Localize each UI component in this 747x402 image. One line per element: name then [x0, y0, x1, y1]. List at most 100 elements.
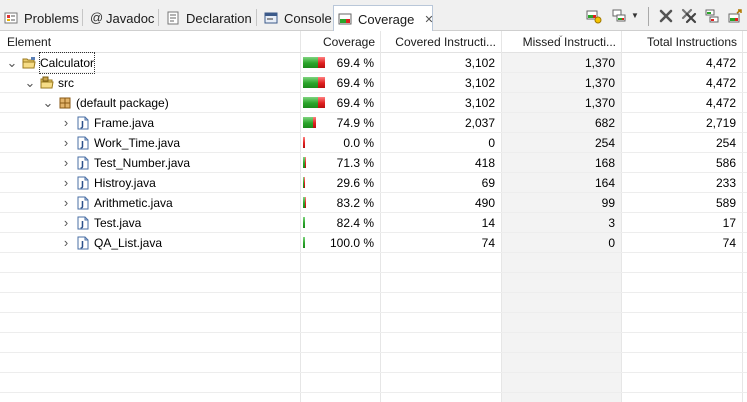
coverage-relaunch-icon[interactable]: [586, 8, 602, 24]
coverage-bar: [303, 137, 305, 148]
missed-bar-segment: [318, 97, 325, 108]
coverage-bar: [303, 57, 325, 68]
element-cell: ⌄ src: [24, 73, 74, 93]
column-header-covered-instructions[interactable]: Covered Instructi...: [380, 31, 501, 53]
total-instructions-value: 2,719: [705, 116, 736, 130]
chevron-right-icon[interactable]: ›: [60, 213, 72, 233]
coverage-percent: 29.6 %: [336, 176, 374, 190]
java-file-icon: J: [76, 136, 90, 150]
chevron-down-icon[interactable]: ⌄: [6, 53, 18, 73]
coverage-percent: 0.0 %: [343, 136, 374, 150]
svg-text:J: J: [80, 160, 84, 169]
java-file-icon: J: [76, 176, 90, 190]
covered-instructions-value: 74: [481, 236, 495, 250]
element-name: Frame.java: [94, 116, 155, 130]
element-cell: ⌄ Calculator: [6, 52, 96, 74]
chevron-right-icon[interactable]: ›: [60, 233, 72, 253]
export-session-icon[interactable]: [727, 8, 743, 24]
chevron-right-icon[interactable]: ›: [60, 193, 72, 213]
source-folder-icon: [40, 76, 54, 90]
missed-instructions-value: 99: [601, 196, 615, 210]
total-instructions-value: 4,472: [705, 56, 736, 70]
table-row[interactable]: › J Frame.java 74.9 % 2,037 682 2,719: [0, 113, 747, 133]
missed-instructions-value: 1,370: [584, 96, 615, 110]
missed-bar-segment: [303, 137, 305, 148]
element-name: (default package): [76, 96, 169, 110]
missed-instructions-value: 682: [594, 116, 615, 130]
table-row[interactable]: ⌄ src 69.4 % 3,102 1,370 4,472: [0, 73, 747, 93]
table-row[interactable]: ⌄ Calculator 69.4 % 3,102 1,370 4,472: [0, 52, 747, 74]
chevron-down-icon[interactable]: ⌄: [24, 73, 36, 93]
covered-instructions-value: 69: [481, 176, 495, 190]
covered-bar-segment: [303, 97, 318, 108]
coverage-bar: [303, 97, 325, 108]
element-cell: › J Frame.java: [60, 113, 154, 133]
total-instructions-value: 589: [715, 196, 736, 210]
coverage-bar: [303, 177, 305, 188]
remove-session-icon[interactable]: [658, 8, 674, 24]
missed-instructions-value: 3: [608, 216, 615, 230]
covered-bar-segment: [303, 117, 313, 128]
total-instructions-value: 4,472: [705, 76, 736, 90]
coverage-percent: 100.0 %: [330, 236, 375, 250]
javadoc-icon: @: [90, 10, 104, 25]
missed-bar-segment: [305, 197, 306, 208]
total-instructions-value: 4,472: [705, 96, 736, 110]
covered-instructions-value: 3,102: [464, 76, 495, 90]
remove-all-sessions-icon[interactable]: [681, 8, 697, 24]
tab-javadoc[interactable]: @ Javadoc: [86, 5, 154, 31]
missed-instructions-value: 1,370: [584, 76, 615, 90]
chevron-right-icon[interactable]: ›: [60, 133, 72, 153]
view-menu-icon[interactable]: ▼: [631, 8, 641, 24]
empty-row: [0, 273, 747, 293]
element-cell: › J QA_List.java: [60, 233, 162, 253]
element-cell: › J Histroy.java: [60, 173, 156, 193]
missed-bar-segment: [305, 157, 306, 168]
covered-instructions-value: 14: [481, 216, 495, 230]
table-row[interactable]: › J Test_Number.java 71.3 % 418 168 586: [0, 153, 747, 173]
table-row[interactable]: › J Arithmetic.java 83.2 % 490 99 589: [0, 193, 747, 213]
table-header: Element Coverage Covered Instructi... Mi…: [0, 31, 747, 53]
coverage-bar: [303, 77, 325, 88]
table-row[interactable]: › J QA_List.java 100.0 % 74 0 74: [0, 233, 747, 253]
table-row[interactable]: › J Histroy.java 29.6 % 69 164 233: [0, 173, 747, 193]
tab-problems[interactable]: Problems: [0, 5, 79, 31]
column-header-element[interactable]: Element: [2, 31, 298, 53]
element-name: src: [58, 76, 74, 90]
covered-bar-segment: [303, 217, 305, 228]
table-row[interactable]: ⌄ (default package) 69.4 % 3,102 1,370 4,472: [0, 93, 747, 113]
svg-text:J: J: [80, 140, 84, 149]
covered-instructions-value: 3,102: [464, 96, 495, 110]
tab-divider: [158, 9, 159, 26]
column-header-coverage[interactable]: Coverage: [300, 31, 380, 53]
tab-coverage[interactable]: Coverage ✕: [333, 5, 434, 32]
total-instructions-value: 233: [715, 176, 736, 190]
coverage-bar: [303, 197, 306, 208]
close-icon[interactable]: ✕: [424, 13, 433, 26]
empty-row: [0, 313, 747, 333]
column-header-total-instructions[interactable]: Total Instructions: [621, 31, 742, 53]
element-name: Test.java: [94, 216, 142, 230]
element-cell: › J Test.java: [60, 213, 142, 233]
table-row[interactable]: › J Work_Time.java 0.0 % 0 254 254: [0, 133, 747, 153]
covered-instructions-value: 2,037: [464, 116, 495, 130]
missed-instructions-value: 1,370: [584, 56, 615, 70]
tab-declaration[interactable]: Declaration: [162, 5, 252, 31]
tab-label: Console: [284, 10, 332, 26]
missed-instructions-value: 164: [594, 176, 615, 190]
merge-sessions-icon[interactable]: [704, 8, 720, 24]
empty-row: [0, 333, 747, 353]
table-row[interactable]: › J Test.java 82.4 % 14 3 17: [0, 213, 747, 233]
java-file-icon: J: [76, 116, 90, 130]
covered-instructions-value: 3,102: [464, 56, 495, 70]
tab-console[interactable]: Console: [260, 5, 332, 31]
missed-instructions-value: 0: [608, 236, 615, 250]
total-instructions-value: 74: [722, 236, 736, 250]
chevron-right-icon[interactable]: ›: [60, 153, 72, 173]
missed-instructions-value: 168: [594, 156, 615, 170]
chevron-right-icon[interactable]: ›: [60, 113, 72, 133]
coverage-percent: 82.4 %: [336, 216, 374, 230]
chevron-down-icon[interactable]: ⌄: [42, 93, 54, 113]
chevron-right-icon[interactable]: ›: [60, 173, 72, 193]
show-mode-icon[interactable]: [611, 8, 627, 24]
